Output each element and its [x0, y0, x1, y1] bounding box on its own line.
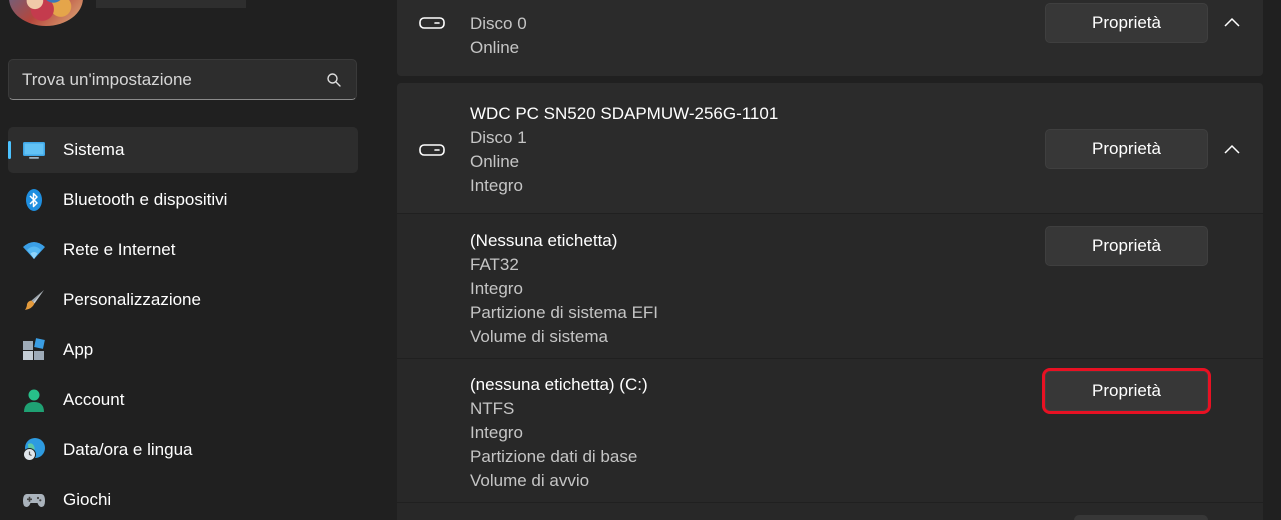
partition-row: (Nessuna etichetta) FAT32 Integro Partiz… — [397, 214, 1263, 358]
sidebar-item-sistema[interactable]: Sistema — [8, 127, 358, 173]
sidebar-item-rete[interactable]: Rete e Internet — [8, 227, 358, 273]
partition-properties-button[interactable]: Proprietà — [1045, 226, 1208, 266]
settings-search-box[interactable] — [8, 59, 357, 100]
disk-0-status: Online — [470, 38, 520, 57]
disk-1-status: Online — [470, 152, 520, 171]
person-icon — [24, 389, 44, 412]
search-icon[interactable] — [326, 72, 342, 88]
partition-info: (Nessuna etichetta) FAT32 Integro Partiz… — [470, 229, 658, 349]
partition-label: (nessuna etichetta) (C:) — [470, 375, 648, 394]
user-avatar[interactable] — [9, 0, 83, 26]
chevron-up-icon[interactable] — [1223, 16, 1241, 28]
partition-health: Integro — [470, 423, 523, 442]
partition-row: (nessuna etichetta) (C:) NTFS Integro Pa… — [397, 359, 1263, 502]
sidebar-item-label: Rete e Internet — [63, 240, 176, 259]
partition-filesystem: FAT32 — [470, 255, 519, 274]
monitor-icon — [23, 142, 45, 159]
sidebar-item-label: App — [63, 340, 94, 359]
sidebar-item-giochi[interactable]: Giochi — [8, 477, 358, 520]
disk-1-health: Integro — [470, 176, 523, 195]
apps-icon — [23, 338, 45, 360]
partition-info: (nessuna etichetta) (C:) NTFS Integro Pa… — [470, 373, 648, 493]
partition-label: (Nessuna etichetta) — [470, 231, 618, 250]
settings-search-input[interactable] — [9, 60, 309, 99]
drive-icon — [419, 17, 445, 29]
disk-1-name: WDC PC SN520 SDAPMUW-256G-1101 — [470, 104, 779, 123]
sidebar-item-label: Personalizzazione — [63, 290, 201, 309]
partition-volume-role: Volume di sistema — [470, 327, 608, 346]
sidebar-item-data-ora[interactable]: Data/ora e lingua — [8, 427, 358, 473]
sidebar-item-bluetooth[interactable]: Bluetooth e dispositivi — [8, 177, 358, 223]
user-name-redacted — [96, 0, 246, 8]
sidebar-nav: Sistema Bluetooth e dispositivi Rete e I… — [8, 127, 358, 520]
disk-1-number: Disco 1 — [470, 128, 527, 147]
chevron-up-icon[interactable] — [1223, 143, 1241, 155]
sidebar-item-app[interactable]: App — [8, 327, 358, 373]
partition-c-properties-button[interactable]: Proprietà — [1042, 368, 1211, 414]
bluetooth-icon — [26, 189, 42, 211]
globe-clock-icon — [23, 438, 45, 461]
disk-0-info: Disco 0 Online — [470, 12, 527, 60]
disk-0-number: Disco 0 — [470, 14, 527, 33]
wifi-icon — [23, 242, 45, 259]
brush-icon — [25, 290, 44, 310]
disk-1-properties-button[interactable]: Proprietà — [1045, 129, 1208, 169]
next-properties-button-partial[interactable] — [1074, 515, 1208, 520]
gamepad-icon — [23, 494, 45, 507]
disk-0-properties-button[interactable]: Proprietà — [1045, 3, 1208, 43]
sidebar-item-label: Giochi — [63, 490, 112, 509]
partition-type: Partizione di sistema EFI — [470, 303, 659, 322]
sidebar-item-label: Sistema — [63, 140, 125, 159]
drive-icon — [419, 144, 445, 156]
disk-1-card: WDC PC SN520 SDAPMUW-256G-1101 Disco 1 O… — [397, 83, 1263, 213]
partition-health: Integro — [470, 279, 523, 298]
partition-type: Partizione dati di base — [470, 447, 638, 466]
disk-1-info: WDC PC SN520 SDAPMUW-256G-1101 Disco 1 O… — [470, 102, 778, 198]
partition-volume-role: Volume di avvio — [470, 471, 590, 490]
sidebar-item-label: Bluetooth e dispositivi — [63, 190, 228, 209]
sidebar-item-label: Account — [63, 390, 125, 409]
sidebar-item-label: Data/ora e lingua — [63, 440, 193, 459]
disk-0-card: Disco 0 Online Proprietà — [397, 0, 1263, 76]
sidebar-item-personalizzazione[interactable]: Personalizzazione — [8, 277, 358, 323]
partition-filesystem: NTFS — [470, 399, 515, 418]
sidebar-item-account[interactable]: Account — [8, 377, 358, 423]
